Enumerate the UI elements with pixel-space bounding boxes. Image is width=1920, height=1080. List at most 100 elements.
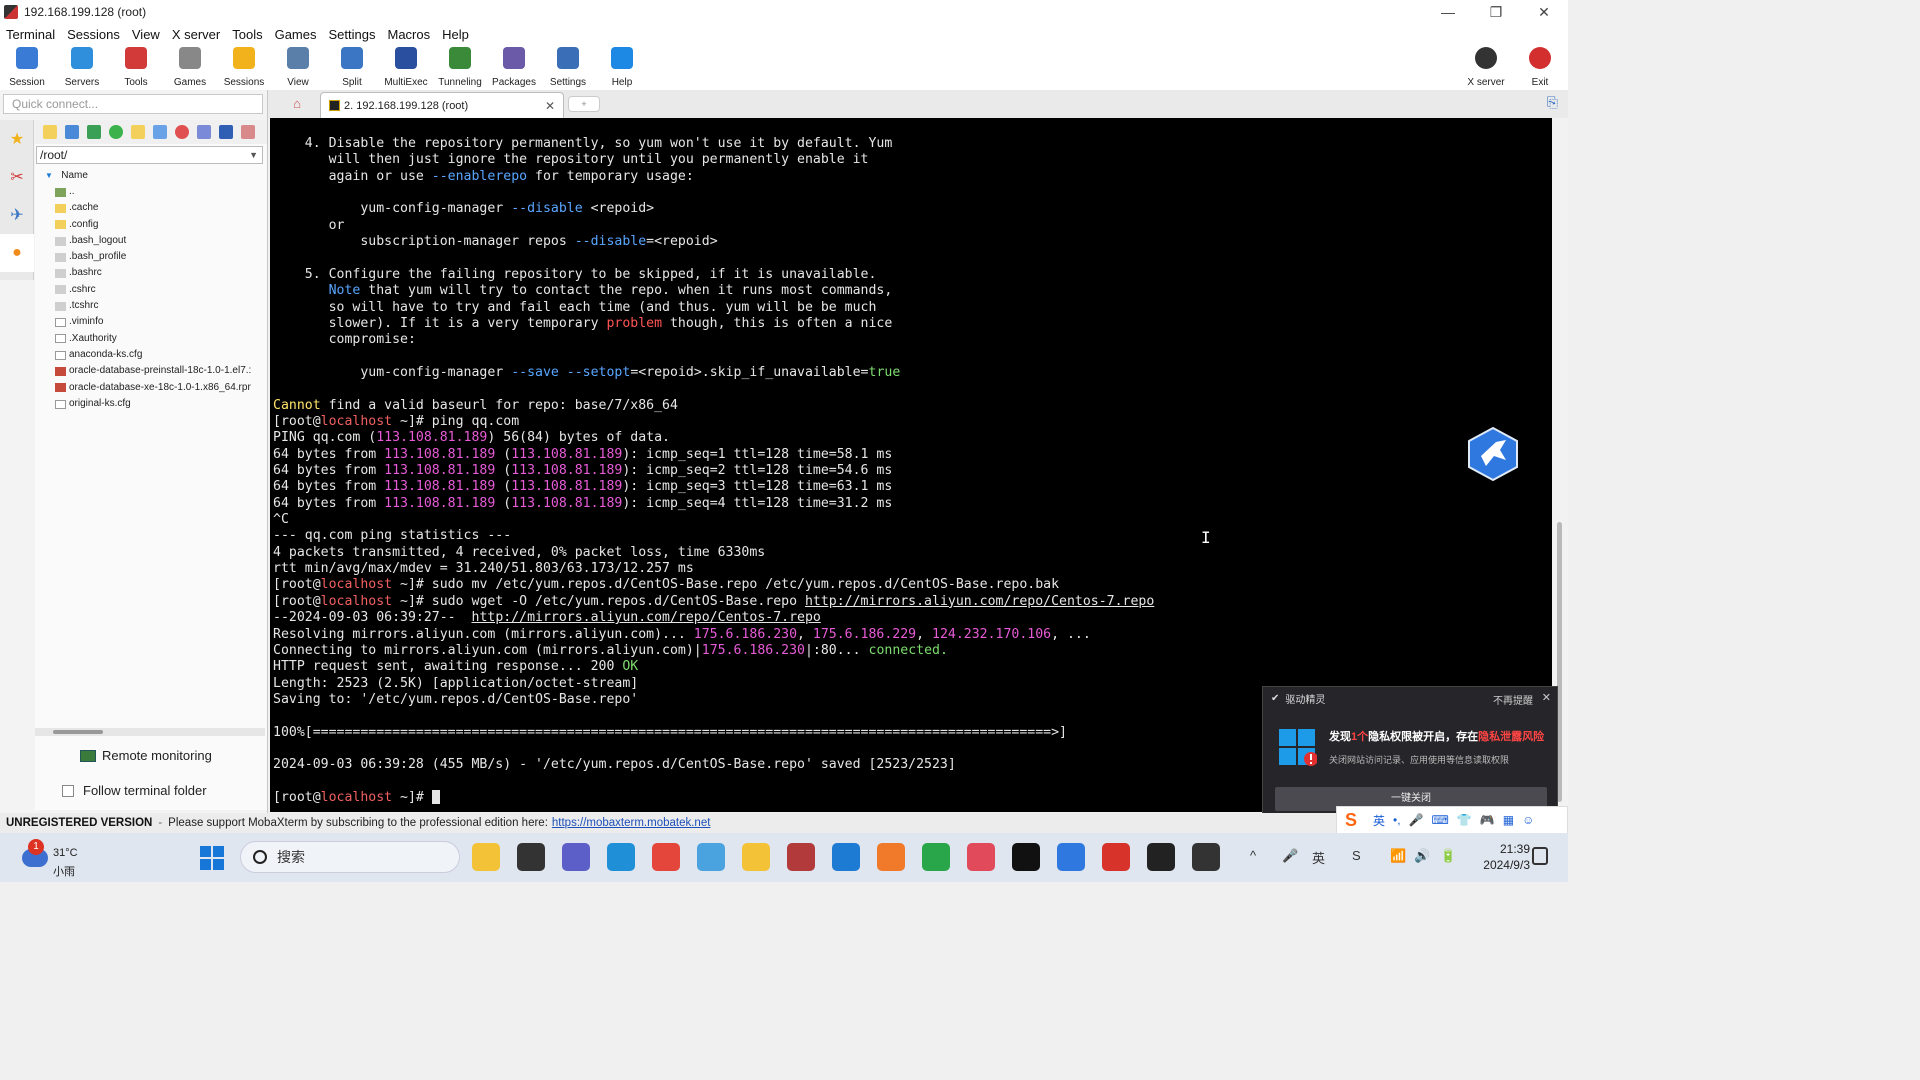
menu-view[interactable]: View	[132, 27, 160, 42]
file-explorer-icon[interactable]	[472, 843, 500, 871]
ime-tool-icon[interactable]: 🎤	[1409, 813, 1424, 827]
chat-icon[interactable]	[562, 843, 590, 871]
tray-icon[interactable]: 📶	[1390, 848, 1406, 864]
mobaxterm-icon[interactable]	[1192, 843, 1220, 871]
file-row[interactable]: oracle-database-xe-18c-1.0-1.x86_64.rpr	[35, 380, 267, 396]
toolbar-view-button[interactable]: View	[271, 46, 325, 88]
task-view-icon[interactable]	[517, 843, 545, 871]
terminal-text[interactable]: http://mirrors.aliyun.com/repo/Centos-7.…	[805, 594, 1154, 609]
ime-tool-icon[interactable]: ▦	[1503, 813, 1514, 827]
upload-icon[interactable]	[87, 125, 101, 139]
ime-tool-icon[interactable]: 🎮	[1480, 813, 1495, 827]
macros-icon[interactable]: ✈	[0, 196, 34, 234]
sogou-icon[interactable]: S	[1337, 808, 1365, 832]
clock[interactable]: 21:39 2024/9/3	[1466, 841, 1530, 873]
toolbar-settings-button[interactable]: Settings	[541, 46, 595, 88]
tools-icon[interactable]: ✂	[0, 158, 34, 196]
terminal-icon[interactable]	[1012, 843, 1040, 871]
toolbar-games-button[interactable]: Games	[163, 46, 217, 88]
app-dark-icon[interactable]	[1147, 843, 1175, 871]
quick-connect-input[interactable]: Quick connect...	[3, 94, 263, 114]
menu-sessions[interactable]: Sessions	[67, 27, 120, 42]
app-pink-icon[interactable]	[967, 843, 995, 871]
file-row[interactable]: .bashrc	[35, 265, 267, 281]
tray-icon[interactable]: S	[1352, 848, 1361, 863]
new-folder-icon[interactable]	[131, 125, 145, 139]
toolbar-x-server-button[interactable]: X server	[1459, 46, 1513, 88]
follow-terminal-folder-checkbox[interactable]: Follow terminal folder	[62, 783, 207, 798]
toolbar-session-button[interactable]: Session	[0, 46, 54, 88]
minimize-button[interactable]: —	[1424, 0, 1472, 24]
dont-remind-link[interactable]: 不再提醒	[1493, 692, 1533, 707]
menu-help[interactable]: Help	[442, 27, 469, 42]
menu-tools[interactable]: Tools	[232, 27, 262, 42]
ime-tool-icon[interactable]: •,	[1393, 813, 1401, 827]
file-row[interactable]: .tcshrc	[35, 298, 267, 314]
file-row[interactable]: anaconda-ks.cfg	[35, 347, 267, 363]
ime-tool-icon[interactable]: ⌨	[1432, 813, 1449, 827]
bird-app-icon[interactable]	[1057, 843, 1085, 871]
tray-icon[interactable]: ^	[1250, 848, 1256, 863]
menu-settings[interactable]: Settings	[329, 27, 376, 42]
new-file-icon[interactable]	[153, 125, 167, 139]
home-tab[interactable]: ⌂	[282, 96, 312, 116]
file-row[interactable]: .cache	[35, 200, 267, 216]
toolbar-tools-button[interactable]: Tools	[109, 46, 163, 88]
file-row[interactable]: .Xauthority	[35, 331, 267, 347]
delete-icon[interactable]	[175, 125, 189, 139]
notification-icon[interactable]	[1532, 847, 1548, 865]
download-icon[interactable]	[65, 125, 79, 139]
toolbar-exit-button[interactable]: Exit	[1513, 46, 1567, 88]
remote-monitoring-button[interactable]: Remote monitoring	[80, 748, 212, 763]
toolbar-servers-button[interactable]: Servers	[55, 46, 109, 88]
app-orange-icon[interactable]	[877, 843, 905, 871]
file-row[interactable]: .cshrc	[35, 282, 267, 298]
mobatek-link[interactable]: https://mobaxterm.mobatek.net	[552, 817, 711, 829]
floating-bird-icon[interactable]	[1466, 426, 1520, 482]
edge-icon[interactable]	[607, 843, 635, 871]
ime-tool-icon[interactable]: 👕	[1457, 813, 1472, 827]
close-icon[interactable]: ✕	[1542, 691, 1551, 704]
attachment-icon[interactable]: ⎘	[1547, 94, 1558, 111]
star-icon[interactable]: ★	[0, 120, 34, 158]
sftp-icon[interactable]: ●	[0, 234, 34, 272]
menu-terminal[interactable]: Terminal	[6, 27, 55, 42]
vscode-icon[interactable]	[832, 843, 860, 871]
windows-start-icon[interactable]	[200, 846, 224, 870]
tray-icon[interactable]: 🔊	[1414, 848, 1430, 864]
close-button[interactable]: ✕	[1520, 0, 1568, 24]
folder-icon[interactable]	[742, 843, 770, 871]
toolbar-split-button[interactable]: Split	[325, 46, 379, 88]
ime-tool-icon[interactable]: ☺	[1522, 813, 1534, 827]
toolbar-help-button[interactable]: Help	[595, 46, 649, 88]
chrome-icon[interactable]	[652, 843, 680, 871]
menu-x-server[interactable]: X server	[172, 27, 220, 42]
edit-icon[interactable]	[241, 125, 255, 139]
tray-icon[interactable]: 英	[1312, 848, 1325, 867]
terminal-text[interactable]: http://mirrors.aliyun.com/repo/Centos-7.…	[472, 610, 821, 625]
menu-macros[interactable]: Macros	[387, 27, 430, 42]
app-green-icon[interactable]	[922, 843, 950, 871]
close-tab-icon[interactable]: ✕	[545, 99, 555, 113]
file-row[interactable]: .viminfo	[35, 314, 267, 330]
refresh-icon[interactable]	[109, 125, 123, 139]
info-icon[interactable]	[219, 125, 233, 139]
restore-button[interactable]: ❐	[1472, 0, 1520, 24]
tab-session-2[interactable]: 2. 192.168.199.128 (root) ✕	[320, 92, 564, 118]
tree-header[interactable]: ▼ Name	[35, 168, 267, 184]
file-row[interactable]: ..	[35, 184, 267, 200]
toolbar-sessions-button[interactable]: Sessions	[217, 46, 271, 88]
file-row[interactable]: .config	[35, 217, 267, 233]
tray-icon[interactable]: 🔋	[1440, 848, 1456, 864]
chevron-down-icon[interactable]: ▼	[249, 147, 258, 163]
rename-icon[interactable]	[197, 125, 211, 139]
menu-games[interactable]: Games	[275, 27, 317, 42]
file-row[interactable]: original-ks.cfg	[35, 396, 267, 412]
scrollbar-thumb[interactable]	[53, 730, 103, 734]
weather-widget[interactable]: 1 31°C 小雨	[16, 839, 96, 879]
photos-icon[interactable]	[697, 843, 725, 871]
tray-icon[interactable]: 🎤	[1282, 848, 1298, 864]
app-red-icon[interactable]	[787, 843, 815, 871]
toolbar-tunneling-button[interactable]: Tunneling	[433, 46, 487, 88]
horizontal-scrollbar[interactable]	[35, 728, 265, 736]
